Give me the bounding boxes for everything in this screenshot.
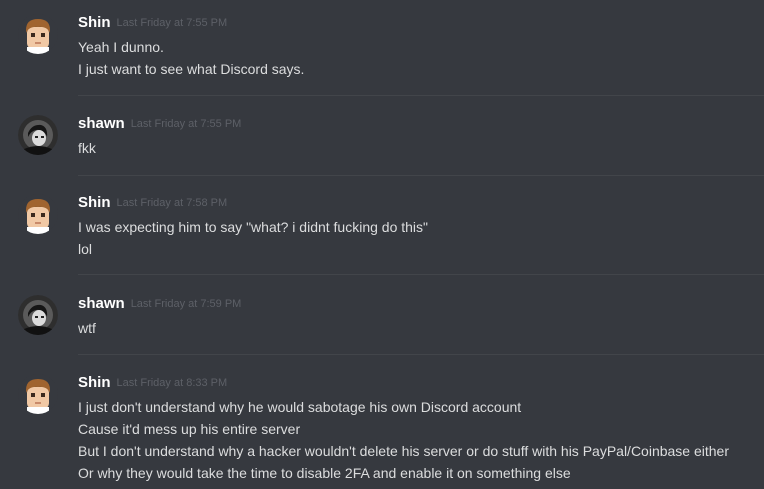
username[interactable]: Shin	[78, 194, 111, 211]
message-group: Shin Last Friday at 7:55 PM Yeah I dunno.…	[0, 14, 764, 77]
timestamp: Last Friday at 7:55 PM	[116, 17, 228, 29]
message-group: Shin Last Friday at 7:58 PM I was expecti…	[0, 194, 764, 257]
message-line: wtf	[78, 320, 96, 336]
message-line: But I don't understand why a hacker woul…	[78, 443, 730, 459]
message-divider	[78, 274, 764, 275]
message-content: I just don't understand why he would sab…	[78, 396, 758, 484]
shawn-avatar-icon[interactable]	[18, 295, 58, 335]
message-content: Yeah I dunno. I just want to see what Di…	[78, 36, 758, 80]
message-line: I was expecting him to say "what? i didn…	[78, 219, 429, 235]
timestamp: Last Friday at 7:55 PM	[130, 118, 242, 130]
message-header: shawn Last Friday at 7:55 PM	[78, 115, 241, 133]
message-line: Or why they would take the time to disab…	[78, 465, 571, 481]
timestamp: Last Friday at 7:58 PM	[116, 197, 228, 209]
message-group: shawn Last Friday at 7:55 PM fkk	[0, 115, 764, 156]
message-content: wtf	[78, 317, 758, 339]
username[interactable]: Shin	[78, 14, 111, 31]
shin-avatar-icon[interactable]	[18, 194, 58, 234]
message-content: I was expecting him to say "what? i didn…	[78, 216, 758, 260]
username[interactable]: shawn	[78, 115, 125, 132]
timestamp: Last Friday at 7:59 PM	[130, 298, 242, 310]
message-divider	[78, 95, 764, 96]
message-divider	[78, 175, 764, 176]
message-line: I just want to see what Discord says.	[78, 61, 305, 77]
shin-avatar-icon[interactable]	[18, 14, 58, 54]
message-group: shawn Last Friday at 7:59 PM wtf	[0, 295, 764, 336]
message-header: Shin Last Friday at 8:33 PM	[78, 374, 227, 392]
message-header: shawn Last Friday at 7:59 PM	[78, 295, 241, 313]
message-line: Cause it'd mess up his entire server	[78, 421, 301, 437]
message-header: Shin Last Friday at 7:58 PM	[78, 194, 227, 212]
username[interactable]: shawn	[78, 295, 125, 312]
message-line: lol	[78, 241, 93, 257]
message-header: Shin Last Friday at 7:55 PM	[78, 14, 227, 32]
shawn-avatar-icon[interactable]	[18, 115, 58, 155]
message-divider	[78, 354, 764, 355]
message-content: fkk	[78, 137, 758, 159]
chat-messages: Shin Last Friday at 7:55 PM Yeah I dunno.…	[0, 0, 764, 489]
message-group: Shin Last Friday at 8:33 PM I just don't …	[0, 374, 764, 484]
username[interactable]: Shin	[78, 374, 111, 391]
timestamp: Last Friday at 8:33 PM	[116, 377, 228, 389]
message-line: I just don't understand why he would sab…	[78, 399, 522, 415]
shin-avatar-icon[interactable]	[18, 374, 58, 414]
message-line: Yeah I dunno.	[78, 39, 164, 55]
message-line: fkk	[78, 140, 96, 156]
